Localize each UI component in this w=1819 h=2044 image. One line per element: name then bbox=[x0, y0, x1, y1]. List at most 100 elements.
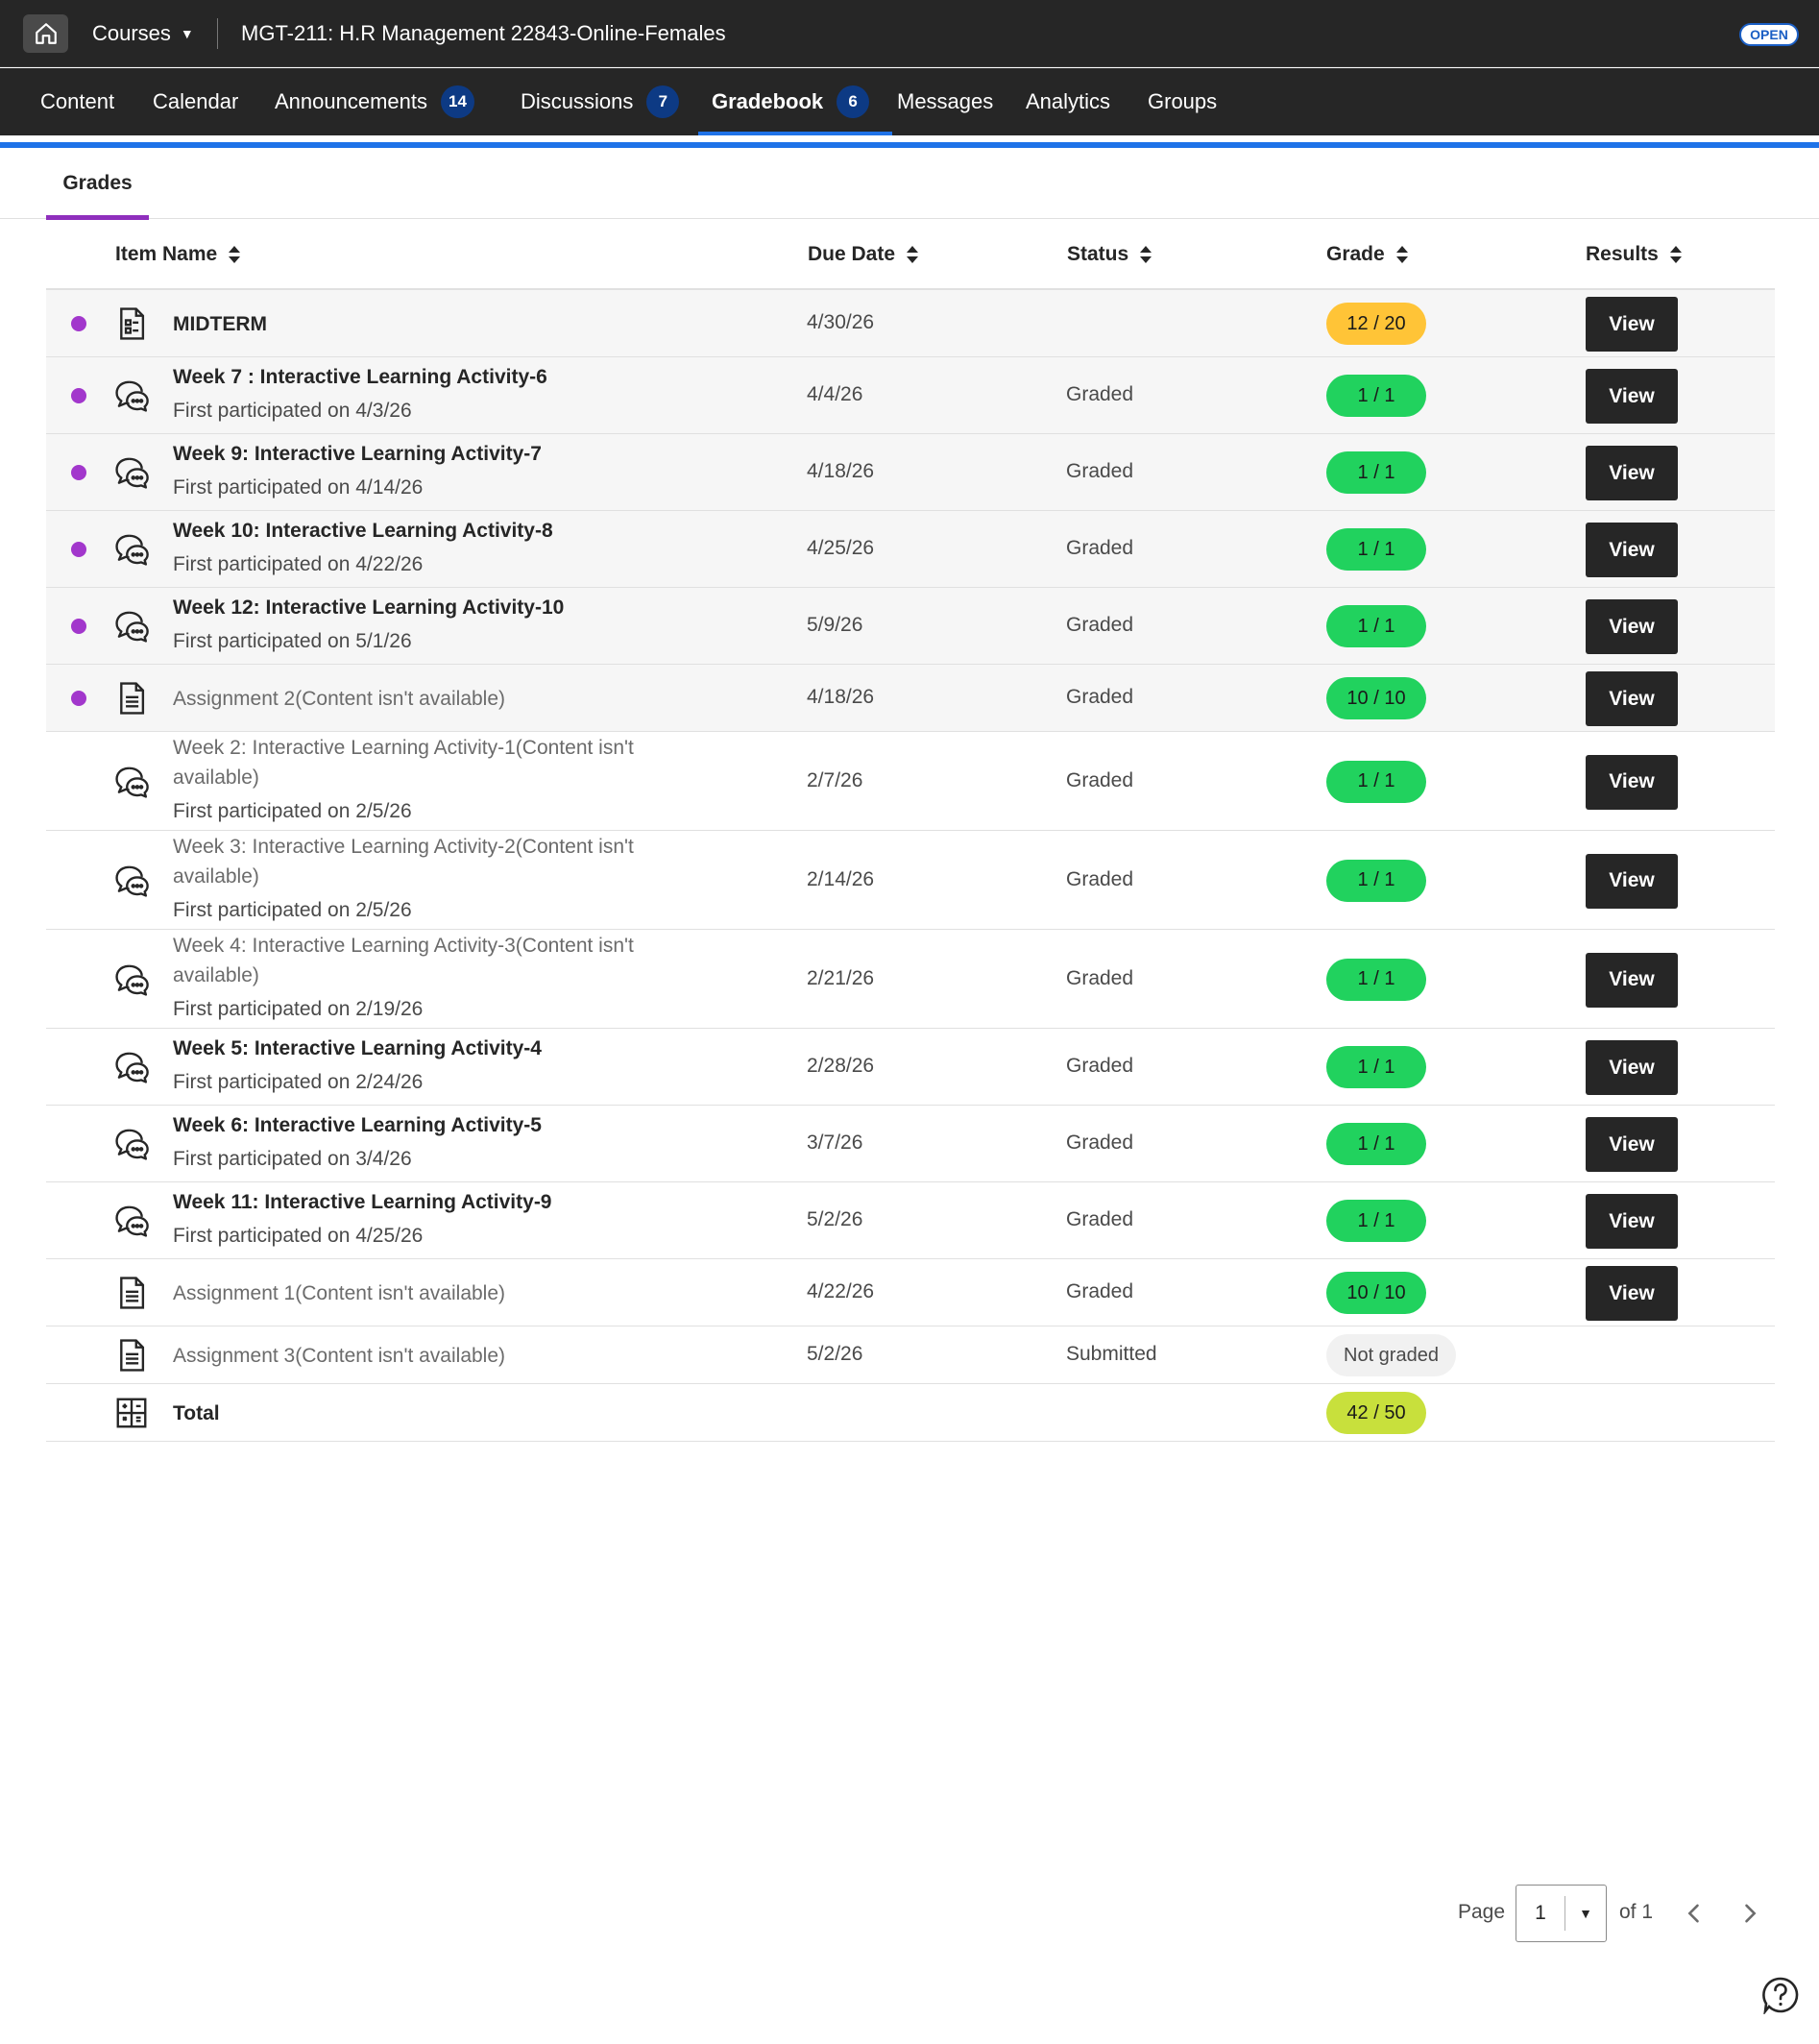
item-name-cell: Assignment 1(Content isn't available) bbox=[173, 1278, 711, 1308]
status-text: Graded bbox=[1066, 867, 1134, 890]
discussion-icon bbox=[113, 377, 150, 414]
view-results-button[interactable]: View bbox=[1586, 446, 1678, 500]
caret-down-icon: ▼ bbox=[1579, 1906, 1592, 1921]
participation-date: First participated on 5/1/26 bbox=[173, 629, 412, 652]
column-header-status[interactable]: Status bbox=[1067, 219, 1152, 290]
table-row: Week 10: Interactive Learning Activity-8… bbox=[46, 511, 1775, 588]
table-body: MIDTERM 4/30/26 12 / 20 View Week 7 : Intera… bbox=[46, 290, 1775, 1442]
tab-groups[interactable]: Groups bbox=[1148, 68, 1217, 135]
gradebook-subtabs: Grades bbox=[0, 148, 1819, 220]
item-name-week-11-interactive-learning-activity-9[interactable]: Week 11: Interactive Learning Activity-9 bbox=[173, 1187, 711, 1217]
new-item-indicator bbox=[71, 465, 86, 480]
tab-gradebook[interactable]: Gradebook 6 bbox=[697, 68, 893, 135]
item-name-cell: Week 6: Interactive Learning Activity-5 F… bbox=[173, 1110, 711, 1179]
view-results-button[interactable]: View bbox=[1586, 754, 1678, 810]
new-item-indicator bbox=[71, 388, 86, 403]
due-date: 5/9/26 bbox=[807, 614, 863, 636]
item-name-cell: MIDTERM bbox=[173, 309, 711, 339]
item-name-week-9-interactive-learning-activity-7[interactable]: Week 9: Interactive Learning Activity-7 bbox=[173, 439, 711, 469]
item-name-midterm[interactable]: MIDTERM bbox=[173, 309, 711, 339]
view-results-button[interactable]: View bbox=[1586, 599, 1678, 654]
discussion-icon bbox=[113, 531, 150, 568]
sort-icon bbox=[907, 245, 919, 264]
tab-announcements[interactable]: Announcements 14 bbox=[275, 68, 474, 135]
table-row: Week 6: Interactive Learning Activity-5 F… bbox=[46, 1106, 1775, 1182]
due-date: 3/7/26 bbox=[807, 1132, 863, 1154]
view-results-button[interactable]: View bbox=[1586, 952, 1678, 1008]
current-page: 1 bbox=[1535, 1902, 1546, 1924]
discussion-icon bbox=[113, 608, 150, 645]
tab-label: Discussions bbox=[521, 89, 634, 113]
status-text: Graded bbox=[1066, 1208, 1134, 1230]
due-date: 4/22/26 bbox=[807, 1280, 875, 1302]
item-name-cell: Week 10: Interactive Learning Activity-8… bbox=[173, 516, 711, 584]
item-name-week-5-interactive-learning-activity-4[interactable]: Week 5: Interactive Learning Activity-4 bbox=[173, 1034, 711, 1063]
tab-messages[interactable]: Messages bbox=[897, 68, 993, 135]
home-button[interactable] bbox=[23, 14, 68, 53]
view-results-button[interactable]: View bbox=[1586, 671, 1678, 726]
tab-label: Analytics bbox=[1026, 89, 1111, 113]
tab-content[interactable]: Content bbox=[40, 68, 114, 135]
item-name-cell: Week 3: Interactive Learning Activity-2(… bbox=[173, 832, 711, 930]
view-results-button[interactable]: View bbox=[1586, 369, 1678, 424]
item-name-total[interactable]: Total bbox=[173, 1399, 711, 1428]
column-header-due-date[interactable]: Due Date bbox=[808, 219, 919, 290]
divider bbox=[217, 18, 218, 49]
chevron-right-icon[interactable] bbox=[1736, 1900, 1763, 1927]
status-text: Graded bbox=[1066, 537, 1134, 559]
tab-analytics[interactable]: Analytics bbox=[1026, 68, 1110, 135]
tab-calendar[interactable]: Calendar bbox=[153, 68, 238, 135]
item-name-cell: Week 2: Interactive Learning Activity-1(… bbox=[173, 733, 711, 831]
table-row: Week 12: Interactive Learning Activity-1… bbox=[46, 588, 1775, 665]
column-header-item-name[interactable]: Item Name bbox=[115, 219, 241, 290]
grade-pill: 1 / 1 bbox=[1326, 958, 1426, 1001]
page-select[interactable]: 1 ▼ bbox=[1516, 1885, 1607, 1942]
assignment-icon bbox=[113, 1337, 150, 1374]
assignment-icon bbox=[113, 1275, 150, 1311]
item-name-assignment-1-content-isn-t-available: Assignment 1(Content isn't available) bbox=[173, 1281, 506, 1304]
view-results-button[interactable]: View bbox=[1586, 1040, 1678, 1095]
courses-dropdown[interactable]: Courses ▼ bbox=[92, 19, 194, 48]
due-date: 4/25/26 bbox=[807, 537, 875, 559]
due-date: 2/21/26 bbox=[807, 966, 875, 989]
item-name-week-4-interactive-learning-activity-3-c: Week 4: Interactive Learning Activity-3(… bbox=[173, 934, 634, 986]
tab-label: Gradebook bbox=[712, 89, 824, 113]
table-row: Week 11: Interactive Learning Activity-9… bbox=[46, 1182, 1775, 1259]
tab-label: Content bbox=[40, 89, 115, 113]
calculator-icon bbox=[113, 1395, 150, 1431]
view-results-button[interactable]: View bbox=[1586, 1117, 1678, 1172]
grade-pill: 1 / 1 bbox=[1326, 1200, 1426, 1242]
item-name-cell: Total bbox=[173, 1399, 711, 1428]
item-name-week-2-interactive-learning-activity-1-c: Week 2: Interactive Learning Activity-1(… bbox=[173, 736, 634, 789]
home-icon bbox=[35, 23, 57, 44]
view-results-button[interactable]: View bbox=[1586, 1266, 1678, 1321]
grade-pill: 1 / 1 bbox=[1326, 528, 1426, 571]
item-name-week-12-interactive-learning-activity-10[interactable]: Week 12: Interactive Learning Activity-1… bbox=[173, 593, 711, 622]
chevron-left-icon[interactable] bbox=[1681, 1900, 1708, 1927]
view-results-button[interactable]: View bbox=[1586, 1194, 1678, 1249]
view-results-button[interactable]: View bbox=[1586, 853, 1678, 909]
status-text: Graded bbox=[1066, 1280, 1134, 1302]
due-date: 4/18/26 bbox=[807, 686, 875, 708]
item-name-week-10-interactive-learning-activity-8[interactable]: Week 10: Interactive Learning Activity-8 bbox=[173, 516, 711, 546]
table-row: Assignment 1(Content isn't available) 4/2… bbox=[46, 1259, 1775, 1326]
help-icon[interactable] bbox=[1761, 1976, 1800, 2014]
tab-label: Announcements bbox=[275, 89, 427, 113]
header-label: Status bbox=[1067, 243, 1129, 265]
discussion-icon bbox=[113, 863, 150, 899]
column-header-grade[interactable]: Grade bbox=[1326, 219, 1408, 290]
view-results-button[interactable]: View bbox=[1586, 297, 1678, 352]
tab-label: Messages bbox=[897, 89, 994, 113]
view-results-button[interactable]: View bbox=[1586, 523, 1678, 577]
table-row: Week 7 : Interactive Learning Activity-6… bbox=[46, 357, 1775, 434]
due-date: 5/2/26 bbox=[807, 1208, 863, 1230]
discussion-icon bbox=[113, 764, 150, 800]
column-header-results[interactable]: Results bbox=[1586, 219, 1682, 290]
tab-label: Calendar bbox=[153, 89, 239, 113]
grade-pill: 1 / 1 bbox=[1326, 375, 1426, 417]
item-name-week-6-interactive-learning-activity-5[interactable]: Week 6: Interactive Learning Activity-5 bbox=[173, 1110, 711, 1140]
item-name-week-7-interactive-learning-activity-6[interactable]: Week 7 : Interactive Learning Activity-6 bbox=[173, 362, 711, 392]
tab-grades[interactable]: Grades bbox=[46, 148, 149, 220]
caret-down-icon: ▼ bbox=[180, 26, 194, 41]
tab-discussions[interactable]: Discussions 7 bbox=[521, 68, 680, 135]
